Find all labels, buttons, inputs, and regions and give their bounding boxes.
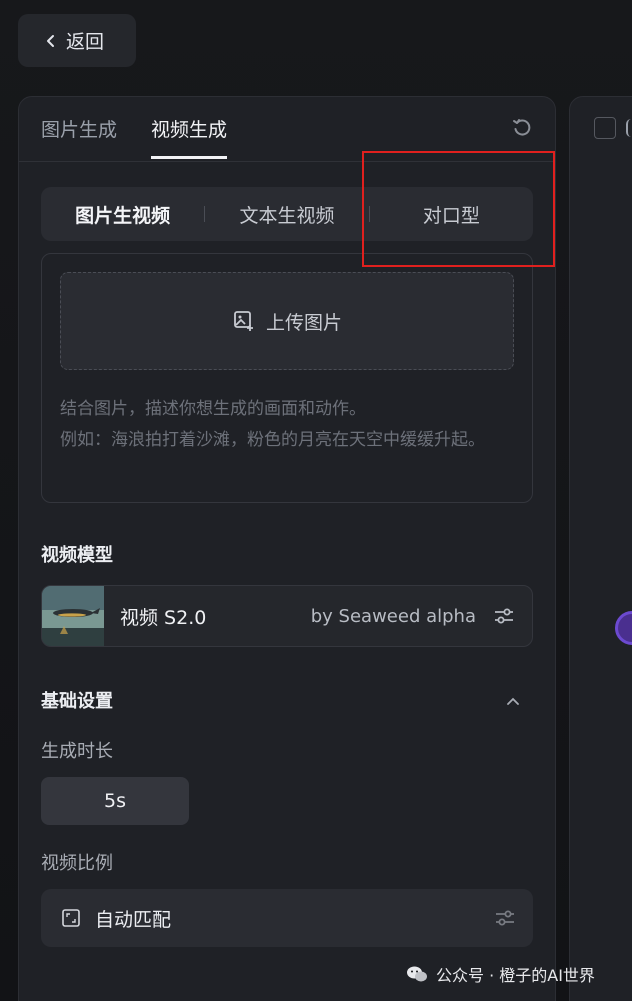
segment-lip-sync[interactable]: 对口型 xyxy=(370,201,533,228)
model-name: 视频 S2.0 xyxy=(120,606,207,629)
ratio-value: 自动匹配 xyxy=(95,908,172,931)
image-add-icon xyxy=(234,311,253,331)
watermark: 公众号 · 橙子的AI世界 xyxy=(406,962,595,986)
frame-icon xyxy=(62,909,80,927)
generation-panel: 图片生成 视频生成 图片生视频 文本生视频 对口型 上传图片 结合图片，描述你想… xyxy=(18,96,556,1001)
video-model-selector[interactable]: 视频 S2.0 by Seaweed alpha xyxy=(41,585,533,647)
select-checkbox[interactable] xyxy=(594,117,616,139)
sliders-icon[interactable] xyxy=(492,604,516,628)
reset-icon[interactable] xyxy=(511,117,533,139)
basic-settings-title: 基础设置 xyxy=(41,691,113,712)
chevron-up-icon[interactable] xyxy=(505,693,521,709)
ratio-label: 视频比例 xyxy=(41,853,113,874)
sliders-icon[interactable] xyxy=(493,906,517,930)
back-button[interactable]: 返回 xyxy=(18,14,136,67)
back-label: 返回 xyxy=(66,31,105,53)
upload-image-button[interactable]: 上传图片 xyxy=(60,272,514,370)
upload-label: 上传图片 xyxy=(265,311,342,334)
preview-panel xyxy=(569,96,632,1001)
chevron-left-icon xyxy=(47,34,54,47)
segment-image-to-video[interactable]: 图片生视频 xyxy=(41,201,204,228)
video-model-title: 视频模型 xyxy=(41,545,113,566)
mode-segmented-control: 图片生视频 文本生视频 对口型 xyxy=(41,187,533,241)
prompt-placeholder-line2: 例如：海浪拍打着沙滩，粉色的月亮在天空中缓缓升起。 xyxy=(60,430,485,450)
model-thumbnail xyxy=(42,586,104,646)
top-tabs: 图片生成 视频生成 xyxy=(41,115,228,159)
prompt-box[interactable]: 上传图片 结合图片，描述你想生成的画面和动作。 例如：海浪拍打着沙滩，粉色的月亮… xyxy=(41,253,533,503)
tab-video-generation[interactable]: 视频生成 xyxy=(151,115,228,159)
preview-edge-mark xyxy=(626,119,632,137)
duration-option-5s[interactable]: 5s xyxy=(41,777,189,825)
tab-image-generation[interactable]: 图片生成 xyxy=(41,115,117,159)
tabs-divider xyxy=(19,161,555,162)
ratio-selector[interactable]: 自动匹配 xyxy=(41,889,533,947)
model-provider: by Seaweed alpha xyxy=(310,605,476,627)
prompt-placeholder-line1: 结合图片，描述你想生成的画面和动作。 xyxy=(60,399,366,419)
segment-text-to-video[interactable]: 文本生视频 xyxy=(205,201,368,228)
duration-label: 生成时长 xyxy=(41,741,113,762)
page: 返回 图片生成 视频生成 图片生视频 文本生视频 对口型 上传图片 结合图片，描… xyxy=(0,0,632,1001)
whale-thumbnail-art xyxy=(42,586,104,646)
watermark-text: 公众号 · 橙子的AI世界 xyxy=(436,966,595,985)
prompt-placeholder: 结合图片，描述你想生成的画面和动作。 例如：海浪拍打着沙滩，粉色的月亮在天空中缓… xyxy=(60,394,516,456)
wechat-icon xyxy=(407,966,427,982)
